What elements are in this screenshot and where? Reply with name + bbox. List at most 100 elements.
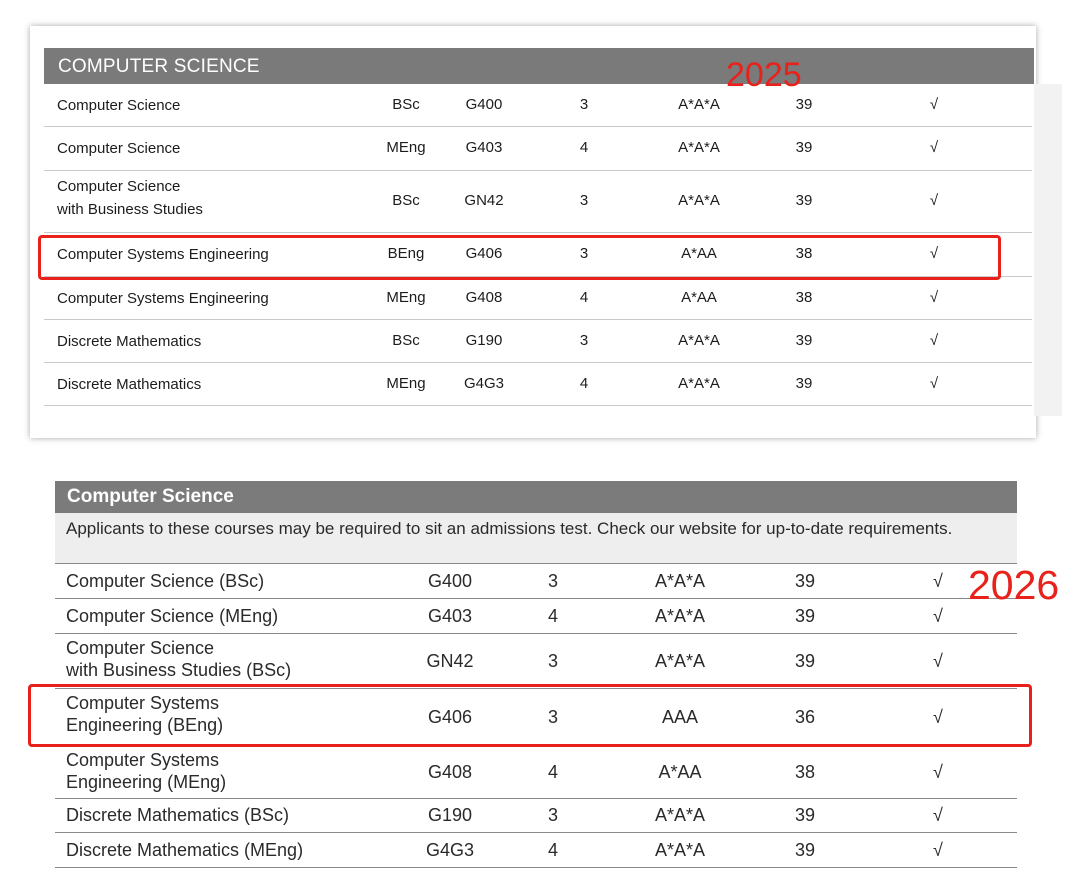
course-title-line: with Business Studies (BSc)	[66, 660, 292, 680]
years-cell: 3	[579, 192, 589, 209]
check-mark: √	[929, 331, 939, 349]
a-level-cell: A*A*A	[654, 650, 706, 671]
years-cell: 3	[547, 650, 558, 671]
table-row: Computer Science with Business Studies BSc…	[44, 170, 1032, 233]
ucas-code-cell: G408	[427, 761, 473, 782]
check-mark: √	[929, 288, 939, 306]
a-level-cell: A*AA	[681, 288, 717, 306]
a-level-cell: A*A*A	[678, 139, 720, 156]
check-mark: √	[929, 139, 939, 156]
degree-cell: BSc	[392, 331, 420, 349]
ucas-code-cell: G400	[427, 570, 473, 591]
years-cell: 4	[547, 761, 558, 782]
degree-cell: MEng	[386, 374, 426, 392]
course-title: Computer Systems Engineering	[57, 287, 269, 310]
years-cell: 4	[579, 374, 589, 392]
year-label-2026: 2026	[968, 562, 1060, 608]
course-title: Discrete Mathematics	[57, 330, 201, 353]
ucas-code-cell: G408	[465, 288, 503, 306]
check-mark: √	[933, 570, 943, 591]
years-cell: 4	[547, 839, 558, 860]
table-row: Computer Science (BSc) G400 3 A*A*A 39 √	[55, 563, 1017, 599]
a-level-cell: A*A*A	[678, 192, 720, 209]
table-row: Computer Science BSc G400 3 A*A*A 39 √	[44, 84, 1032, 127]
course-title: Computer Science (BSc)	[66, 570, 264, 592]
a-level-cell: A*A*A	[678, 96, 720, 113]
course-title-line: Computer Science	[57, 140, 181, 157]
course-title: Computer Systems Engineering (MEng)	[66, 749, 226, 793]
course-title-line: Computer Science	[57, 178, 181, 195]
course-title-line: with Business Studies	[57, 201, 203, 218]
course-title-line: Engineering (MEng)	[66, 772, 227, 792]
table-row: Discrete Mathematics (BSc) G190 3 A*A*A 39 √	[55, 798, 1017, 833]
check-mark: √	[933, 805, 943, 825]
highlight-box-2025	[38, 235, 1001, 280]
a-level-cell: A*A*A	[654, 570, 706, 591]
course-title-line: Computer Systems	[66, 750, 220, 770]
course-title-line: Discrete Mathematics	[57, 375, 202, 393]
ib-cell: 39	[795, 374, 813, 392]
course-title-line: Discrete Mathematics (BSc)	[66, 805, 290, 825]
years-cell: 3	[547, 805, 558, 825]
ucas-code-cell: G403	[427, 605, 473, 626]
a-level-cell: A*A*A	[678, 374, 720, 392]
years-cell: 3	[579, 331, 589, 349]
course-title: Computer Science with Business Studies (B…	[66, 637, 291, 681]
course-title: Computer Science with Business Studies	[57, 175, 203, 221]
degree-cell: MEng	[386, 139, 426, 156]
degree-cell: BSc	[392, 192, 420, 209]
ib-cell: 39	[794, 570, 816, 591]
table-2025-header: COMPUTER SCIENCE	[58, 56, 260, 77]
ib-cell: 39	[794, 605, 816, 626]
ib-cell: 39	[795, 331, 813, 349]
check-mark: √	[929, 374, 939, 392]
a-level-cell: A*A*A	[654, 805, 706, 825]
a-level-cell: A*AA	[658, 761, 702, 782]
years-cell: 3	[579, 96, 589, 113]
degree-cell: MEng	[386, 288, 426, 306]
course-title: Discrete Mathematics	[57, 373, 201, 396]
highlight-box-2026	[28, 684, 1032, 747]
check-mark: √	[929, 192, 939, 209]
table-2026-header: Computer Science	[67, 486, 234, 507]
ib-cell: 39	[794, 650, 816, 671]
course-title-line: Computer Science	[66, 638, 215, 658]
ucas-code-cell: G403	[465, 139, 503, 156]
ucas-code-cell: GN42	[464, 192, 504, 209]
table-row: Discrete Mathematics (MEng) G4G3 4 A*A*A 39 √	[55, 832, 1017, 868]
years-cell: 4	[579, 139, 589, 156]
check-mark: √	[933, 650, 943, 671]
degree-cell: BSc	[392, 96, 420, 113]
course-title: Computer Science	[57, 94, 180, 117]
table-row: Computer Systems Engineering MEng G408 4 A*A…	[44, 276, 1032, 320]
course-title-line: Discrete Mathematics	[57, 332, 202, 350]
years-cell: 3	[547, 570, 558, 591]
course-title: Discrete Mathematics (BSc)	[66, 804, 289, 826]
table-2026-note-box: Applicants to these courses may be requi…	[55, 513, 1017, 564]
ucas-code-cell: G4G3	[425, 839, 475, 860]
table-2026-note: Applicants to these courses may be requi…	[66, 519, 953, 538]
table-row: Discrete Mathematics BSc G190 3 A*A*A 39 √	[44, 319, 1032, 363]
check-mark: √	[929, 96, 939, 113]
ucas-code-cell: GN42	[426, 650, 474, 671]
table-row: Computer Science with Business Studies (B…	[55, 633, 1017, 689]
ib-cell: 39	[794, 839, 816, 860]
course-title: Discrete Mathematics (MEng)	[66, 839, 303, 861]
course-title-line: Computer Science	[57, 97, 181, 114]
ib-cell: 39	[795, 139, 813, 156]
a-level-cell: A*A*A	[654, 839, 706, 860]
table-2026-header-bar: Computer Science	[55, 481, 1017, 513]
a-level-cell: A*A*A	[678, 331, 720, 349]
table-2025-header-bar: COMPUTER SCIENCE	[44, 48, 1034, 84]
year-label-2025: 2025	[726, 56, 802, 94]
course-title-line: Computer Systems Engineering	[57, 289, 269, 307]
ib-cell: 39	[795, 96, 813, 113]
course-title-line: Discrete Mathematics (MEng)	[66, 839, 304, 860]
check-mark: √	[933, 761, 943, 782]
a-level-cell: A*A*A	[654, 605, 706, 626]
table-2025-gutter	[1034, 84, 1062, 416]
ib-cell: 39	[795, 192, 813, 209]
check-mark: √	[933, 839, 943, 860]
table-2025-panel: COMPUTER SCIENCE Computer Science BSc G400…	[30, 26, 1062, 438]
years-cell: 4	[579, 288, 589, 306]
